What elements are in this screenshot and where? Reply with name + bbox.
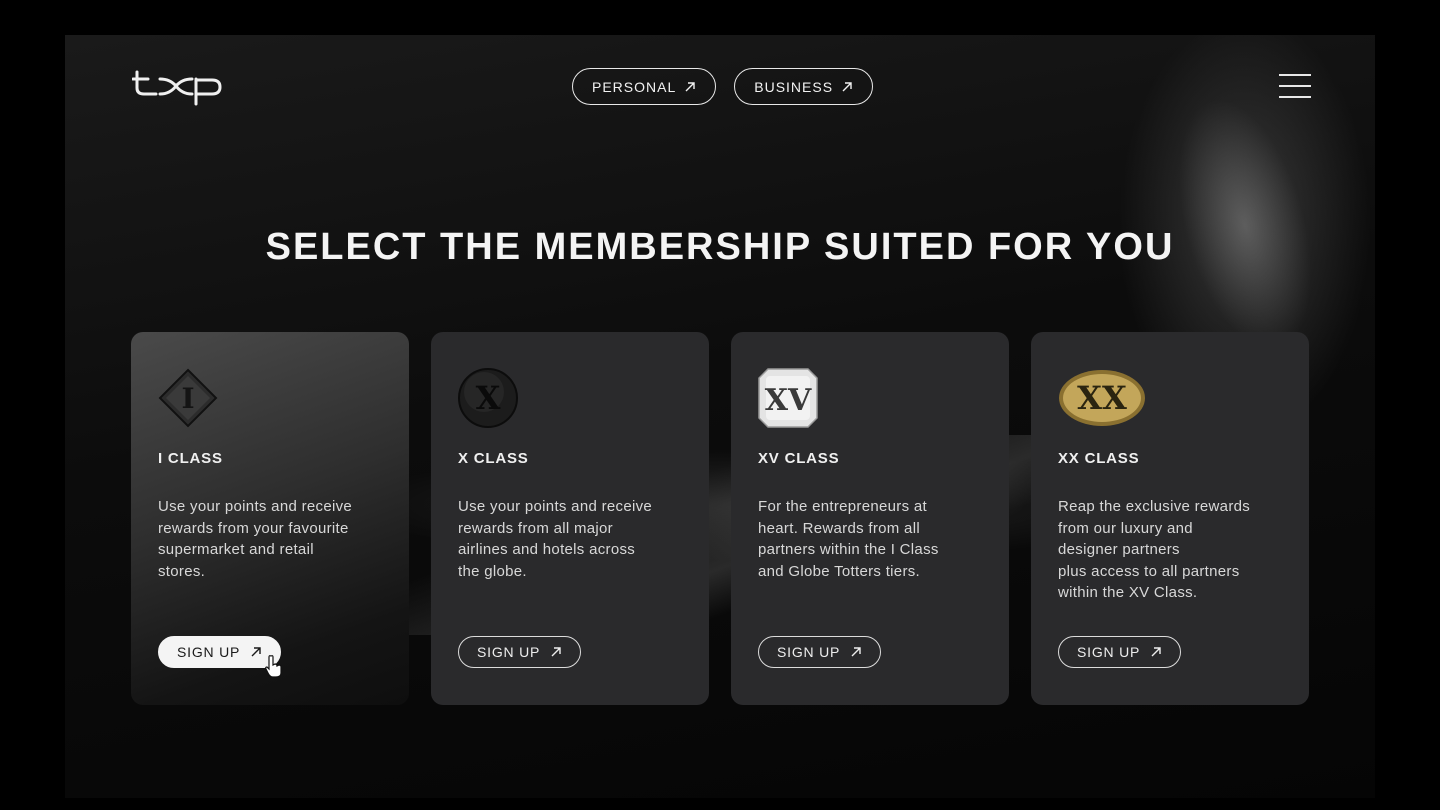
smoke-decoration xyxy=(1153,83,1337,367)
menu-line xyxy=(1279,96,1311,98)
svg-text:XX: XX xyxy=(1077,379,1127,417)
x-class-badge-icon: X xyxy=(458,368,518,428)
personal-label: PERSONAL xyxy=(592,78,677,95)
arrow-up-right-icon xyxy=(251,647,261,657)
arrow-up-right-icon xyxy=(851,647,861,657)
card-title: I CLASS xyxy=(158,450,223,467)
membership-card-x-class[interactable]: X X CLASS Use your points and receive re… xyxy=(431,332,709,705)
business-label: BUSINESS xyxy=(754,78,834,95)
card-title: XV CLASS xyxy=(758,450,840,467)
arrow-up-right-icon xyxy=(1151,647,1161,657)
card-description: Use your points and receive rewards from… xyxy=(158,498,353,580)
personal-button[interactable]: PERSONAL xyxy=(572,68,717,105)
svg-text:XV: XV xyxy=(765,383,812,418)
xx-class-badge-icon: XX xyxy=(1059,370,1145,426)
page-title: SELECT THE MEMBERSHIP SUITED FOR YOU xyxy=(265,226,1175,268)
arrow-up-right-icon xyxy=(551,647,561,657)
arrow-up-right-icon xyxy=(842,81,852,91)
sign-up-button[interactable]: SIGN UP xyxy=(458,636,582,668)
business-button[interactable]: BUSINESS xyxy=(734,68,874,105)
hand-pointer-cursor xyxy=(265,655,282,678)
membership-card-xv-class[interactable]: XV XV CLASS For the entrepreneurs at hea… xyxy=(731,332,1009,705)
sign-up-label: SIGN UP xyxy=(777,644,841,660)
sign-up-label: SIGN UP xyxy=(477,644,541,660)
card-description: For the entrepreneurs at heart. Rewards … xyxy=(758,498,939,580)
i-class-badge-icon: I xyxy=(158,368,218,428)
menu-line xyxy=(1279,74,1311,76)
arrow-up-right-icon xyxy=(685,81,695,91)
sign-up-button[interactable]: SIGN UP xyxy=(758,636,882,668)
card-title: XX CLASS xyxy=(1058,450,1140,467)
xv-class-badge-icon: XV xyxy=(758,368,818,428)
card-description: Reap the exclusive rewards from our luxu… xyxy=(1058,498,1251,602)
hamburger-menu-icon[interactable] xyxy=(1279,74,1311,98)
top-nav: PERSONAL BUSINESS xyxy=(572,68,874,105)
sign-up-label: SIGN UP xyxy=(1077,644,1141,660)
membership-card-xx-class[interactable]: XX XX CLASS Reap the exclusive rewards f… xyxy=(1031,332,1309,705)
menu-line xyxy=(1279,85,1311,87)
sign-up-button[interactable]: SIGN UP xyxy=(1058,636,1182,668)
card-title: X CLASS xyxy=(458,450,529,467)
membership-card-i-class[interactable]: I I CLASS Use your points and receive re… xyxy=(131,332,409,705)
sign-up-button[interactable]: SIGN UP xyxy=(158,636,282,668)
membership-cards: I I CLASS Use your points and receive re… xyxy=(131,332,1309,705)
sign-up-label: SIGN UP xyxy=(177,644,241,660)
txp-logo[interactable] xyxy=(132,66,224,106)
card-description: Use your points and receive rewards from… xyxy=(458,498,653,580)
svg-text:I: I xyxy=(181,382,194,415)
svg-text:X: X xyxy=(476,379,501,417)
